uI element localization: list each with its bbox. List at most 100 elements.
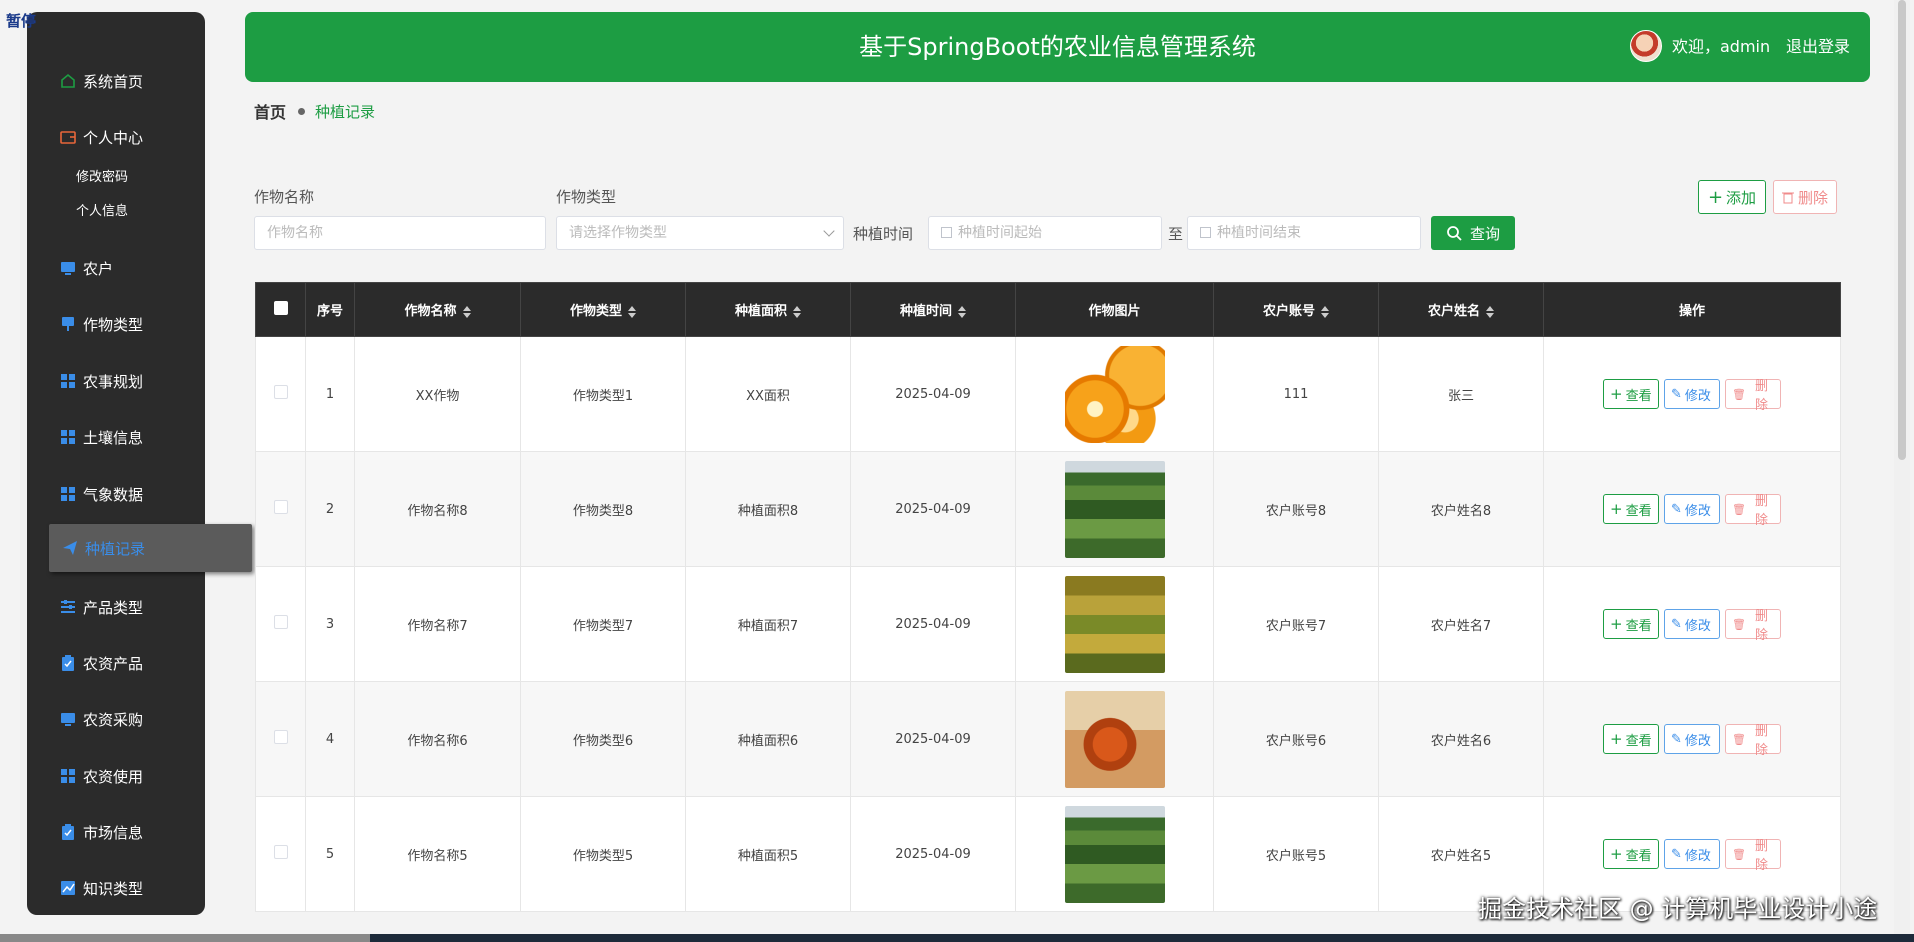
delete-button[interactable]: 🗑 删除: [1725, 494, 1781, 528]
row-select-cell[interactable]: [255, 451, 306, 567]
sidebar-item-agri-product[interactable]: 农资产品: [27, 643, 205, 683]
sidebar-item-planting-record[interactable]: 种植记录: [49, 524, 252, 572]
sidebar-item-crop-type[interactable]: 作物类型: [27, 304, 205, 344]
column-header[interactable]: 作物名称: [354, 282, 521, 337]
edit-label: 修改: [1684, 733, 1711, 749]
page-scrollbar[interactable]: [1894, 0, 1910, 934]
sidebar-item-home[interactable]: 系统首页: [27, 61, 205, 101]
column-header[interactable]: 种植时间: [850, 282, 1016, 337]
edit-button[interactable]: ✎ 修改: [1664, 379, 1720, 409]
edit-button[interactable]: ✎ 修改: [1664, 724, 1720, 754]
breadcrumb-home[interactable]: 首页: [254, 99, 286, 123]
app-title: 基于SpringBoot的农业信息管理系统: [859, 33, 1256, 61]
delete-button[interactable]: 🗑 删除: [1725, 724, 1781, 758]
view-button[interactable]: + 查看: [1603, 609, 1659, 639]
select-all-header[interactable]: [255, 282, 306, 337]
sort-icon[interactable]: [1486, 305, 1494, 318]
column-header[interactable]: 农户姓名: [1378, 282, 1544, 337]
sort-icon[interactable]: [462, 305, 471, 318]
query-button[interactable]: 查询: [1431, 216, 1515, 250]
row-select-cell[interactable]: [255, 336, 306, 452]
cell-farmer-name: 张三: [1378, 336, 1544, 452]
logout-link[interactable]: 退出登录: [1786, 12, 1850, 82]
row-select-cell[interactable]: [255, 796, 306, 912]
crop-image[interactable]: [1064, 345, 1165, 443]
row-select-cell[interactable]: [255, 681, 306, 797]
delete-button[interactable]: 🗑 删除: [1725, 609, 1781, 643]
row-checkbox[interactable]: [273, 500, 288, 514]
sort-icon[interactable]: [628, 305, 636, 318]
cell-crop-type: 作物类型1: [520, 336, 686, 452]
select-all-checkbox[interactable]: [273, 300, 288, 315]
row-select-cell[interactable]: [255, 566, 306, 682]
cell-area: 种植面积5: [685, 796, 851, 912]
sidebar-item-personal-center[interactable]: 个人中心: [27, 117, 205, 157]
add-button[interactable]: + 添加: [1698, 180, 1766, 214]
sidebar-item-label: 农资产品: [83, 654, 144, 673]
cell-crop-name: 作物名称5: [354, 796, 521, 912]
cell-account: 农户账号8: [1213, 451, 1379, 567]
cell-no: 2: [305, 451, 355, 567]
crop-image[interactable]: [1064, 805, 1165, 903]
sidebar-item-agri-purchase[interactable]: 农资采购: [27, 699, 205, 739]
edit-button[interactable]: ✎ 修改: [1664, 609, 1720, 639]
crop-image[interactable]: [1064, 460, 1165, 558]
row-checkbox[interactable]: [273, 730, 288, 744]
edit-button[interactable]: ✎ 修改: [1664, 839, 1720, 869]
sidebar-subitem-change-password[interactable]: 修改密码: [76, 166, 128, 185]
view-label: 查看: [1625, 503, 1652, 519]
sidebar-item-market-info[interactable]: 市场信息: [27, 812, 205, 852]
view-button[interactable]: + 查看: [1603, 724, 1659, 754]
sidebar-item-farmer[interactable]: 农户: [27, 248, 205, 288]
sidebar-item-soil-info[interactable]: 土壤信息: [27, 417, 205, 457]
crop-name-input[interactable]: 作物名称: [254, 216, 546, 250]
cell-account: 农户账号5: [1213, 796, 1379, 912]
time-end-input[interactable]: 种植时间结束: [1187, 216, 1421, 250]
sidebar-item-label: 市场信息: [83, 823, 144, 842]
row-checkbox[interactable]: [273, 615, 288, 629]
view-button[interactable]: + 查看: [1603, 379, 1659, 409]
view-label: 查看: [1625, 848, 1652, 864]
sidebar-item-weather-data[interactable]: 气象数据: [27, 474, 205, 514]
cell-no: 4: [305, 681, 355, 797]
crop-image[interactable]: [1064, 690, 1165, 788]
view-button[interactable]: + 查看: [1603, 494, 1659, 524]
view-button[interactable]: + 查看: [1603, 839, 1659, 869]
column-header[interactable]: 作物类型: [520, 282, 686, 337]
edit-icon: ✎: [1671, 386, 1682, 402]
cell-farmer-name: 农户姓名7: [1378, 566, 1544, 682]
video-progress-bar[interactable]: [0, 934, 1914, 942]
column-header[interactable]: 种植面积: [685, 282, 851, 337]
batch-delete-button[interactable]: 删除: [1773, 180, 1837, 214]
sidebar-item-knowledge-type[interactable]: 知识类型: [27, 868, 205, 908]
column-header[interactable]: 农户账号: [1213, 282, 1379, 337]
pin-icon: [59, 315, 77, 333]
sidebar-item-farm-planning[interactable]: 农事规划: [27, 361, 205, 401]
edit-label: 修改: [1684, 503, 1711, 519]
sidebar-item-agri-usage[interactable]: 农资使用: [27, 756, 205, 796]
sidebar-item-product-type[interactable]: 产品类型: [27, 587, 205, 627]
column-header-label: 农户账号: [1262, 304, 1315, 319]
cell-date: 2025-04-09: [850, 566, 1016, 682]
row-checkbox[interactable]: [273, 845, 288, 859]
row-checkbox[interactable]: [273, 385, 288, 399]
time-start-input[interactable]: 种植时间起始: [928, 216, 1162, 250]
plus-icon: +: [1610, 385, 1623, 403]
delete-label: 删除: [1754, 724, 1768, 758]
edit-button[interactable]: ✎ 修改: [1664, 494, 1720, 524]
sidebar-item-label: 作物类型: [83, 315, 144, 334]
sort-icon[interactable]: [1321, 305, 1329, 318]
crop-type-label: 作物类型: [556, 188, 617, 206]
delete-button[interactable]: 🗑 删除: [1725, 839, 1781, 873]
delete-button[interactable]: 🗑 删除: [1725, 379, 1781, 413]
avatar[interactable]: [1630, 30, 1662, 62]
crop-image[interactable]: [1064, 575, 1165, 673]
wallet-icon: [59, 128, 77, 146]
crop-type-select[interactable]: 请选择作物类型: [556, 216, 844, 250]
sort-icon[interactable]: [958, 305, 966, 318]
cell-ops: + 查看 ✎ 修改 🗑 删除: [1543, 566, 1841, 682]
sort-icon[interactable]: [793, 305, 801, 318]
scrollbar-thumb[interactable]: [1898, 0, 1906, 460]
cell-date: 2025-04-09: [850, 336, 1016, 452]
sidebar-subitem-personal-info[interactable]: 个人信息: [76, 200, 128, 219]
